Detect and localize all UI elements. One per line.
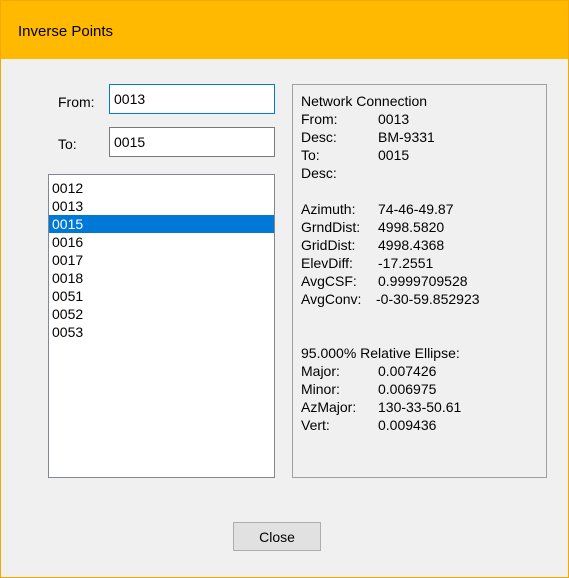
azmajor-key: AzMajor: <box>301 399 357 415</box>
close-button[interactable]: Close <box>233 522 321 551</box>
network-connection-heading: Network Connection <box>301 93 428 109</box>
to-key: To: <box>301 147 320 163</box>
point-list-item[interactable]: 0052 <box>49 305 274 323</box>
from-field[interactable] <box>109 84 275 114</box>
grnddist-value: 4998.5820 <box>378 219 445 235</box>
points-listbox[interactable]: 0012 0013 0015 0016 0017 0018 0051 0052 0053 <box>48 174 275 478</box>
griddist-value: 4998.4368 <box>378 237 445 253</box>
desc-value: BM-9331 <box>378 129 435 145</box>
point-list-item[interactable]: 0015 <box>49 215 274 233</box>
major-key: Major: <box>301 363 340 379</box>
elevdiff-value: -17.2551 <box>378 255 434 271</box>
ellipse-heading: 95.000% Relative Ellipse: <box>301 345 460 361</box>
minor-key: Minor: <box>301 381 340 397</box>
from-key: From: <box>301 111 338 127</box>
from-value: 0013 <box>378 111 410 127</box>
major-value: 0.007426 <box>378 363 437 379</box>
to-field[interactable] <box>109 127 275 157</box>
point-list-item[interactable]: 0018 <box>49 269 274 287</box>
vert-key: Vert: <box>301 417 330 433</box>
vert-value: 0.009436 <box>378 417 437 433</box>
point-list-item[interactable]: 0053 <box>49 323 274 341</box>
desc-key: Desc: <box>301 129 337 145</box>
point-list-item[interactable]: 0017 <box>49 251 274 269</box>
azimuth-value: 74-46-49.87 <box>378 201 454 217</box>
title-bar[interactable]: Inverse Points <box>1 1 568 59</box>
to-label: To: <box>58 136 77 152</box>
avgcsf-value: 0.9999709528 <box>378 273 468 289</box>
grnddist-key: GrndDist: <box>301 219 361 235</box>
point-list-item[interactable]: 0016 <box>49 233 274 251</box>
point-list-item[interactable]: 0051 <box>49 287 274 305</box>
dialog-title: Inverse Points <box>18 23 114 40</box>
minor-value: 0.006975 <box>378 381 437 397</box>
to-value: 0015 <box>378 147 410 163</box>
from-label: From: <box>58 94 95 110</box>
inverse-results-panel: Network Connection From: 0013 Desc: BM-9… <box>292 84 547 478</box>
azmajor-value: 130-33-50.61 <box>378 399 462 415</box>
point-list-item[interactable]: 0013 <box>49 197 274 215</box>
griddist-key: GridDist: <box>301 237 356 253</box>
point-list-item[interactable]: 0012 <box>49 179 274 197</box>
desc-to-key: Desc: <box>301 165 337 181</box>
azimuth-key: Azimuth: <box>301 201 356 217</box>
avgcsf-key: AvgCSF: <box>301 273 357 289</box>
elevdiff-key: ElevDiff: <box>301 255 353 271</box>
avgconv-value: -0-30-59.852923 <box>376 291 480 307</box>
inverse-points-dialog: Inverse Points From: To: 001200130015001… <box>0 0 569 578</box>
avgconv-key: AvgConv: <box>301 291 362 307</box>
